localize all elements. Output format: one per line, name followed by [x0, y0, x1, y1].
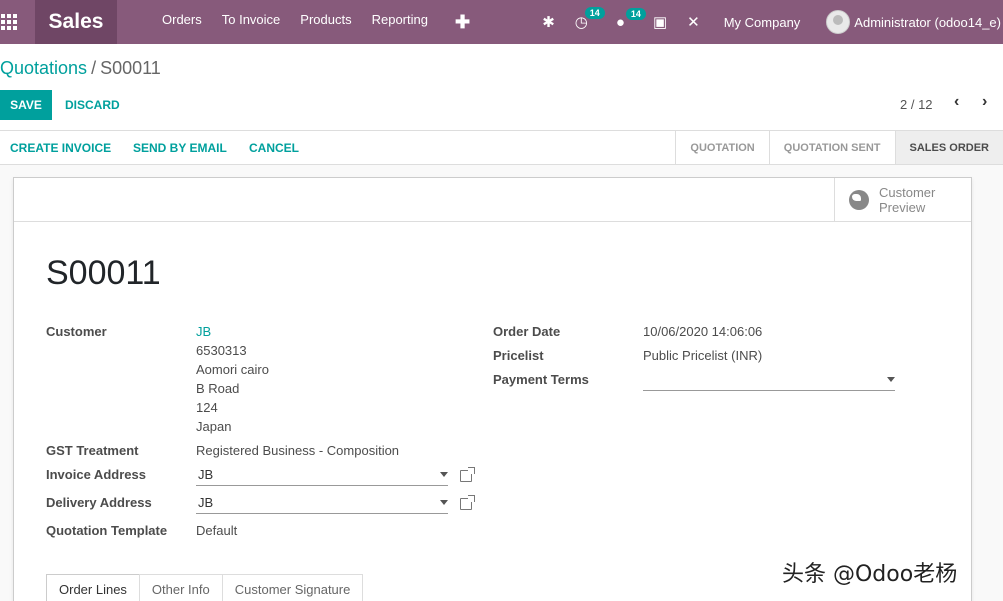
order-date-label: Order Date [493, 324, 561, 339]
payment-terms-label: Payment Terms [493, 372, 589, 387]
status-bar: CREATE INVOICE SEND BY EMAIL CANCEL QUOT… [0, 131, 1003, 165]
systray: ✱ ◷ 14 ● 14 ▣ ✕ My Company Administrator (… [532, 0, 1003, 44]
chevron-down-icon[interactable] [887, 377, 895, 382]
plus-icon[interactable]: ✚ [455, 12, 470, 33]
menu-products[interactable]: Products [300, 12, 351, 33]
address-line: 6530313 [196, 343, 247, 358]
stage-sales-order[interactable]: SALES ORDER [894, 131, 1003, 164]
invoice-address-label: Invoice Address [46, 467, 146, 482]
delivery-address-value: JB [198, 495, 214, 510]
control-panel: Quotations / S00011 SAVE DISCARD 2 / 12 ‹ … [0, 44, 1003, 131]
tab-other-info[interactable]: Other Info [138, 574, 223, 601]
stage-quotation-sent[interactable]: QUOTATION SENT [768, 131, 895, 164]
invoice-address-value: JB [198, 467, 214, 482]
status-stages: QUOTATION QUOTATION SENT SALES ORDER [675, 131, 1003, 164]
bug-icon[interactable]: ✱ [542, 13, 555, 31]
tools-icon[interactable]: ✕ [687, 13, 700, 31]
activity-clock-icon[interactable]: ◷ 14 [575, 7, 605, 31]
quotation-template-value: Default [196, 523, 238, 538]
tab-customer-signature[interactable]: Customer Signature [221, 574, 364, 601]
quotation-template-label: Quotation Template [46, 523, 168, 538]
top-menu: Orders To Invoice Products Reporting ✚ [162, 12, 490, 33]
record-title: S00011 [46, 254, 161, 292]
notebook-tabs: Order Lines Other Info Customer Signatur… [46, 574, 364, 601]
pricelist-value: Public Pricelist (INR) [643, 348, 763, 363]
breadcrumb-separator: / [91, 58, 97, 78]
messages-badge: 14 [625, 7, 646, 20]
external-link-icon[interactable] [460, 467, 475, 482]
chevron-down-icon[interactable] [440, 500, 448, 505]
customer-link[interactable]: JB [196, 324, 211, 339]
breadcrumb: Quotations / S00011 [0, 58, 161, 79]
apps-grid-icon [1, 14, 17, 30]
menu-reporting[interactable]: Reporting [372, 12, 428, 33]
user-menu[interactable]: Administrator (odoo14_e) [854, 15, 1001, 30]
delivery-address-field[interactable]: JB [196, 492, 448, 514]
address-line: Aomori cairo [196, 362, 269, 377]
gst-treatment-label: GST Treatment [46, 443, 139, 458]
form-sheet: Customer Preview S00011 Customer JB 6530… [13, 177, 972, 601]
save-button[interactable]: SAVE [0, 90, 52, 120]
chevron-down-icon[interactable] [440, 472, 448, 477]
breadcrumb-quotations-link[interactable]: Quotations [0, 58, 87, 78]
watermark: 头条 @Odoo老杨 [782, 562, 958, 587]
main-navbar: Sales Orders To Invoice Products Reporti… [0, 0, 1003, 44]
customer-preview-label: Customer Preview [879, 185, 935, 215]
payment-terms-field[interactable] [643, 369, 895, 391]
preview-label-line1: Customer [879, 185, 936, 200]
company-switcher[interactable]: My Company [724, 15, 801, 30]
invoice-address-field[interactable]: JB [196, 464, 448, 486]
delivery-address-label: Delivery Address [46, 495, 152, 510]
tab-order-lines[interactable]: Order Lines [46, 574, 140, 601]
apps-menu-button[interactable] [0, 0, 18, 44]
globe-icon [849, 190, 869, 210]
pager-previous-icon[interactable]: ‹ [954, 93, 959, 111]
gst-treatment-value: Registered Business - Composition [196, 443, 400, 458]
menu-orders[interactable]: Orders [162, 12, 202, 33]
pager-next-icon[interactable]: › [982, 93, 987, 111]
user-avatar[interactable] [826, 10, 851, 34]
address-line: B Road [196, 381, 240, 396]
activity-badge: 14 [584, 7, 605, 19]
discard-button[interactable]: DISCARD [65, 98, 120, 112]
customer-preview-button[interactable]: Customer Preview [834, 178, 971, 222]
preview-label-line2: Preview [879, 200, 926, 215]
smart-button-box: Customer Preview [14, 178, 971, 222]
app-brand[interactable]: Sales [35, 0, 117, 44]
address-line: Japan [196, 419, 232, 434]
messages-icon[interactable]: ● 14 [616, 7, 646, 31]
stage-quotation[interactable]: QUOTATION [675, 131, 768, 164]
create-invoice-button[interactable]: CREATE INVOICE [10, 141, 111, 155]
customer-label: Customer [46, 324, 107, 339]
external-link-icon[interactable] [460, 495, 475, 510]
send-by-email-button[interactable]: SEND BY EMAIL [133, 141, 227, 155]
pager-value[interactable]: 2 / 12 [900, 97, 933, 112]
address-line: 124 [196, 400, 218, 415]
pricelist-label: Pricelist [493, 348, 544, 363]
order-date-value: 10/06/2020 14:06:06 [643, 324, 763, 339]
cancel-button[interactable]: CANCEL [249, 141, 299, 155]
breadcrumb-current: S00011 [100, 58, 161, 78]
gift-icon[interactable]: ▣ [653, 13, 667, 31]
menu-to-invoice[interactable]: To Invoice [222, 12, 281, 33]
